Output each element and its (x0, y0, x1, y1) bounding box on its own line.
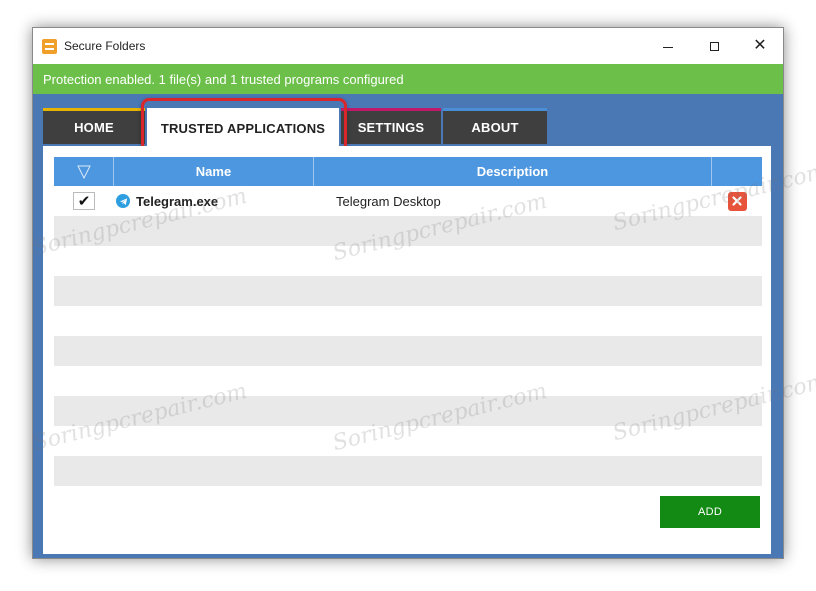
row-description: Telegram Desktop (336, 193, 441, 209)
empty-row (54, 456, 762, 486)
minimize-icon (663, 46, 673, 48)
tab-home[interactable]: HOME (43, 108, 145, 144)
tab-trusted-applications[interactable]: TRUSTED APPLICATIONS (147, 108, 339, 146)
window-title: Secure Folders (64, 39, 146, 53)
delete-icon (732, 196, 742, 206)
telegram-icon (116, 194, 130, 208)
empty-row (54, 396, 762, 426)
window-controls: ✕ (645, 28, 783, 64)
filter-icon (76, 165, 91, 179)
empty-row (54, 216, 762, 246)
tab-about[interactable]: ABOUT (443, 108, 547, 144)
table-row[interactable]: ✔ Telegram.exe Telegram Desktop (54, 186, 762, 216)
row-delete-cell (712, 191, 762, 211)
empty-row (54, 276, 762, 306)
row-check-cell: ✔ (54, 192, 114, 210)
app-icon (42, 38, 57, 54)
minimize-button[interactable] (645, 28, 691, 64)
header-description[interactable]: Description (314, 157, 712, 186)
trusted-applications-panel: Name Description ✔ Telegram.exe Telegram… (43, 146, 771, 554)
app-window: Secure Folders ✕ Protection enabled. 1 f… (32, 27, 784, 559)
trusted-apps-table: Name Description ✔ Telegram.exe Telegram… (54, 157, 762, 486)
table-header: Name Description (54, 157, 762, 186)
row-name: Telegram.exe (136, 193, 219, 209)
maximize-button[interactable] (691, 28, 737, 64)
header-delete-column (712, 157, 762, 186)
empty-row (54, 246, 762, 276)
empty-row (54, 336, 762, 366)
close-icon: ✕ (753, 37, 767, 54)
status-bar: Protection enabled. 1 file(s) and 1 trus… (33, 64, 783, 94)
empty-row (54, 366, 762, 396)
title-bar: Secure Folders ✕ (33, 28, 783, 64)
status-text: Protection enabled. 1 file(s) and 1 trus… (43, 71, 404, 87)
add-button[interactable]: ADD (660, 496, 760, 528)
row-checkbox[interactable]: ✔ (73, 192, 95, 210)
main-area: HOME TRUSTED APPLICATIONS SETTINGS ABOUT… (33, 94, 783, 558)
tab-settings[interactable]: SETTINGS (341, 108, 441, 144)
tab-bar: HOME TRUSTED APPLICATIONS SETTINGS ABOUT (43, 108, 549, 146)
row-name-cell: Telegram.exe (114, 194, 314, 209)
delete-button[interactable] (727, 191, 747, 211)
empty-row (54, 426, 762, 456)
close-button[interactable]: ✕ (737, 28, 783, 64)
header-name[interactable]: Name (114, 157, 314, 186)
telegram-plane-icon (119, 197, 127, 205)
maximize-icon (709, 41, 719, 51)
header-check-column[interactable] (54, 157, 114, 186)
empty-row (54, 306, 762, 336)
